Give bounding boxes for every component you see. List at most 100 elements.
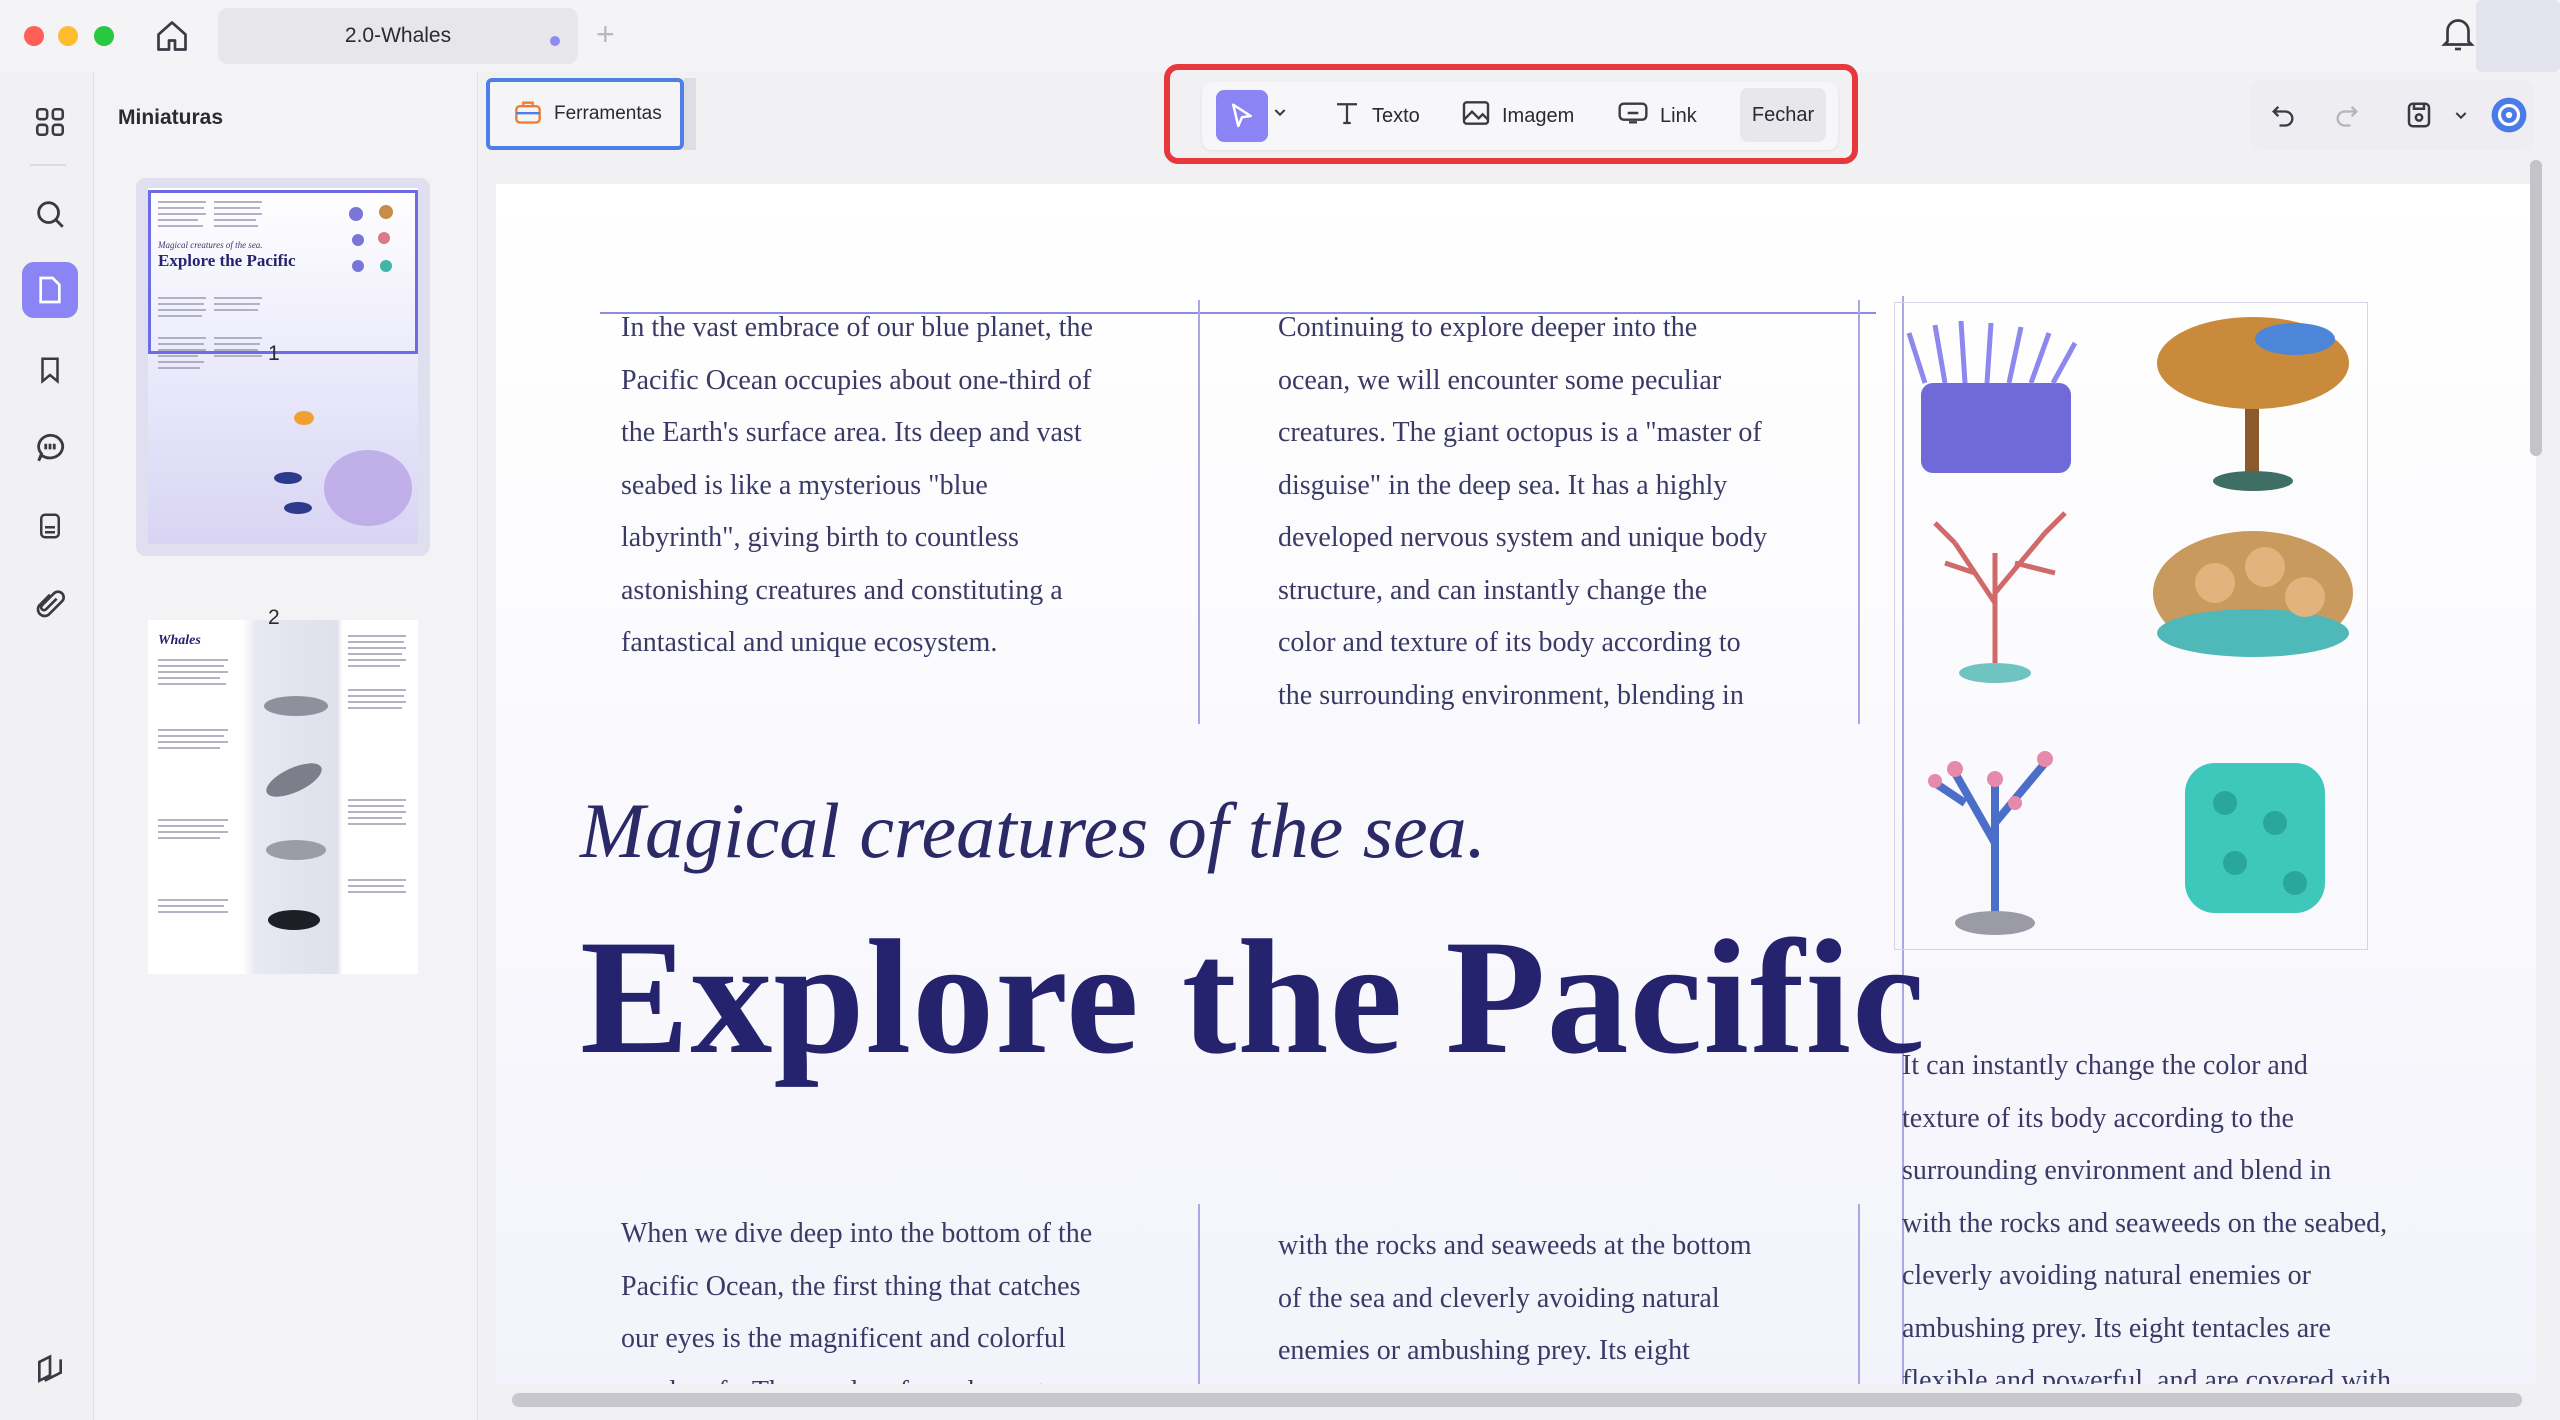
edit-text-button[interactable]: Texto	[1332, 92, 1420, 140]
form-icon[interactable]	[22, 498, 78, 554]
anemone-illustration	[1906, 320, 2078, 473]
tools-divider	[684, 78, 696, 150]
text-line: enemies or ambushing prey. Its eight	[1278, 1335, 1690, 1366]
text-line: surrounding environment and blend in	[1902, 1155, 2332, 1186]
save-options-chevron-icon[interactable]	[2442, 96, 2480, 134]
page-icon[interactable]	[22, 262, 78, 318]
document-title[interactable]: Explore the Pacific	[580, 904, 1926, 1092]
column-divider	[1858, 1204, 1860, 1384]
text-line: cleverly avoiding natural enemies or	[1902, 1260, 2311, 1291]
column-divider	[1858, 300, 1860, 724]
search-icon[interactable]	[22, 186, 78, 242]
link-icon	[1616, 97, 1650, 135]
column-divider	[1198, 1204, 1200, 1384]
edit-text-label: Texto	[1372, 104, 1420, 127]
text-line: the surrounding environment, blending in	[1278, 679, 1744, 711]
tools-button[interactable]: Ferramentas	[486, 78, 684, 150]
text-icon	[1332, 98, 1362, 134]
table-coral-illustration	[2153, 531, 2353, 657]
vertical-scrollbar[interactable]	[2530, 160, 2542, 456]
text-column-2[interactable]: Continuing to explore deeper into the oc…	[1278, 302, 1767, 722]
thumbnail-page-2[interactable]: Whales	[148, 620, 418, 974]
chevron-down-icon[interactable]	[1272, 104, 1288, 125]
tools-label: Ferramentas	[554, 103, 662, 124]
text-line: labyrinth", giving birth to countless	[621, 522, 1019, 553]
rail-divider	[30, 164, 66, 166]
text-column-3[interactable]: It can instantly change the color and te…	[1902, 1040, 2391, 1384]
thumbnail-page-number-1: 1	[268, 342, 280, 365]
sidebar-rail	[0, 72, 94, 1420]
text-line: our eyes is the magnificent and colorful	[621, 1323, 1066, 1354]
image-icon	[1460, 97, 1492, 135]
text-line: the Earth's surface area. Its deep and v…	[621, 417, 1082, 448]
comment-icon[interactable]	[22, 420, 78, 476]
text-line: with the rocks and seaweeds at the botto…	[1278, 1230, 1752, 1261]
horizontal-scrollbar[interactable]	[512, 1393, 2522, 1407]
document-page[interactable]: In the vast embrace of our blue planet, …	[496, 184, 2536, 1384]
text-column-2-bottom[interactable]: with the rocks and seaweeds at the botto…	[1278, 1220, 1752, 1378]
redo-icon[interactable]	[2328, 96, 2366, 134]
text-line: astonishing creatures and constituting a	[621, 574, 1063, 606]
new-tab-button[interactable]: +	[596, 14, 615, 54]
select-pointer-button[interactable]	[1216, 90, 1268, 142]
text-line: Pacific Ocean, the first thing that catc…	[621, 1270, 1081, 1302]
text-line: Continuing to explore deeper into the	[1278, 312, 1698, 343]
zoom-window-button[interactable]	[94, 26, 114, 46]
text-line: creatures. The giant octopus is a "maste…	[1278, 417, 1762, 448]
text-line: Pacific Ocean occupies about one-third o…	[621, 364, 1092, 396]
text-line: When we dive deep into the bottom of the	[621, 1218, 1093, 1249]
bell-icon[interactable]	[2440, 14, 2480, 58]
thumbnail-selection	[148, 190, 418, 354]
text-line: coral reefs. The coral reefs are home to	[621, 1366, 1092, 1385]
text-line: flexible and powerful, and are covered w…	[1902, 1365, 2392, 1384]
text-column-1-bottom[interactable]: When we dive deep into the bottom of the…	[621, 1208, 1092, 1384]
account-avatar[interactable]	[2476, 0, 2560, 72]
thumbnail-page-number-2: 2	[268, 606, 280, 629]
layers-icon[interactable]	[22, 1342, 78, 1398]
unsaved-indicator	[550, 36, 560, 46]
minimize-window-button[interactable]	[58, 26, 78, 46]
text-line: structure, and can instantly change the	[1278, 574, 1708, 606]
bookmark-icon[interactable]	[22, 342, 78, 398]
edit-image-button[interactable]: Imagem	[1460, 92, 1574, 140]
text-line: texture of its body according to the	[1902, 1102, 2294, 1134]
home-icon[interactable]	[152, 16, 192, 56]
text-line: seabed is like a mysterious "blue	[621, 469, 988, 501]
thumb2-title: Whales	[158, 633, 201, 648]
document-tab[interactable]: 2.0-Whales	[218, 8, 578, 64]
golden-coral-illustration	[2157, 317, 2349, 491]
edit-link-label: Link	[1660, 104, 1697, 127]
text-line: ocean, we will encounter some peculiar	[1278, 364, 1722, 396]
red-coral-illustration	[1933, 511, 2067, 683]
text-line: It can instantly change the color and	[1902, 1050, 2308, 1081]
thumbnails-panel: Miniaturas Magical creatures of the sea.…	[94, 72, 478, 1420]
text-line: with the rocks and seaweeds on the seabe…	[1902, 1207, 2388, 1239]
close-edit-button[interactable]: Fechar	[1740, 88, 1826, 142]
document-subtitle[interactable]: Magical creatures of the sea.	[580, 786, 1486, 876]
text-line: developed nervous system and unique body	[1278, 522, 1768, 553]
attachment-icon[interactable]	[22, 576, 78, 632]
title-bar: 2.0-Whales +	[0, 0, 2560, 72]
ai-assistant-icon[interactable]	[2490, 96, 2528, 134]
close-window-button[interactable]	[24, 26, 44, 46]
teal-coral-illustration	[2185, 763, 2325, 913]
edit-link-button[interactable]: Link	[1616, 92, 1697, 140]
text-line: color and texture of its body according …	[1278, 627, 1741, 658]
grid-icon[interactable]	[22, 94, 78, 150]
text-line: ambushing prey. Its eight tentacles are	[1902, 1312, 2331, 1344]
coral-image[interactable]	[1894, 302, 2368, 950]
save-icon[interactable]	[2400, 96, 2438, 134]
text-line: disguise" in the deep sea. It has a high…	[1278, 469, 1728, 501]
edit-image-label: Imagem	[1502, 104, 1575, 127]
text-line: fantastical and unique ecosystem.	[621, 627, 998, 658]
app-window: 2.0-Whales + Miniaturas Magical creature…	[0, 0, 2560, 1420]
document-tab-title: 2.0-Whales	[344, 24, 452, 47]
text-line: In the vast embrace of our blue planet, …	[621, 312, 1093, 343]
text-line: of the sea and cleverly avoiding natural	[1278, 1282, 1720, 1314]
undo-icon[interactable]	[2264, 96, 2302, 134]
text-column-1[interactable]: In the vast embrace of our blue planet, …	[621, 302, 1093, 670]
toolbox-icon	[514, 99, 542, 130]
thumbnails-title: Miniaturas	[118, 106, 224, 129]
column-divider	[1198, 300, 1200, 724]
pink-coral-illustration	[1928, 751, 2053, 935]
